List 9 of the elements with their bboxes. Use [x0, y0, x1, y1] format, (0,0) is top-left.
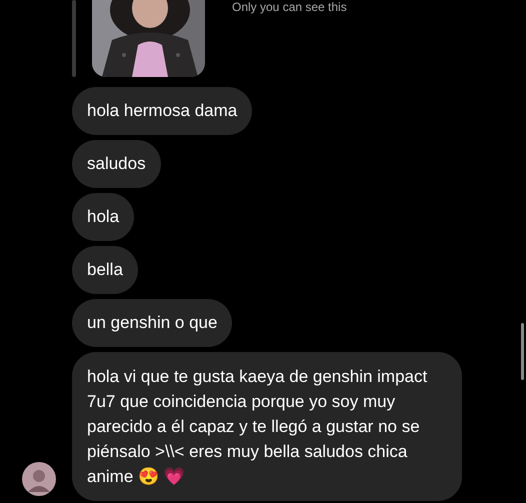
visibility-notice: Only you can see this [232, 0, 347, 14]
message-bubble: saludos [72, 140, 161, 188]
message-bubble: bella [72, 246, 138, 294]
message-bubble: hola vi que te gusta kaeya de genshin impact 7u7 que coincidencia porque yo soy muy parecido a él capaz y te llegó a gustar no se piénsalo >\\< eres muy bella saludos chica anime 😍 💗 [72, 352, 462, 501]
message-bubble: hola hermosa dama [72, 87, 252, 135]
message-bubble: un genshin o que [72, 299, 232, 347]
avatar[interactable] [22, 462, 56, 496]
message-bubble: hola [72, 193, 134, 241]
scrollbar[interactable] [521, 323, 524, 380]
